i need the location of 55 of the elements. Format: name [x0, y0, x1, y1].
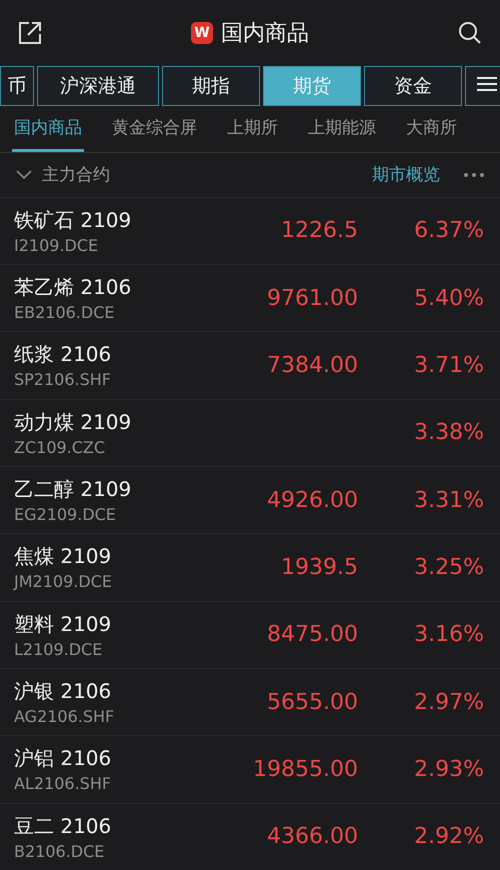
- price: 1939.5: [281, 554, 358, 580]
- change-percent: 2.93%: [414, 756, 484, 782]
- change-percent: 5.40%: [414, 286, 484, 311]
- change-percent: 2.97%: [414, 690, 484, 715]
- contract-code: EB2106.DCE: [14, 303, 116, 322]
- contract-name: 动力煤 2109: [14, 408, 132, 436]
- contract-code: L2109.DCE: [14, 640, 104, 659]
- contract-code: AL2106.SHF: [14, 774, 112, 794]
- section-title: 主力合约: [42, 164, 111, 186]
- chevron-icon[interactable]: [16, 170, 32, 180]
- price: 9761.00: [267, 286, 358, 311]
- market-tab[interactable]: 资金: [364, 66, 462, 106]
- change-percent: 3.71%: [414, 352, 484, 378]
- price: 7384.00: [267, 352, 358, 378]
- contract-code: SP2106.SHF: [14, 370, 112, 390]
- contract-name: 豆二 2106: [14, 812, 112, 840]
- overview-link[interactable]: 期市概览: [372, 163, 440, 186]
- price: 4366.00: [267, 824, 358, 850]
- contract-name: 铁矿石 2109: [14, 206, 132, 234]
- more-icon[interactable]: [464, 172, 484, 177]
- price: 4926.00: [267, 488, 358, 513]
- exchange-tab[interactable]: 上期能源: [306, 106, 378, 152]
- change-percent: 2.92%: [414, 824, 484, 850]
- price: 5655.00: [267, 690, 358, 715]
- market-tab[interactable]: 币: [0, 66, 34, 106]
- app-logo: W: [191, 22, 213, 44]
- contract-name: 纸浆 2106: [14, 341, 112, 368]
- contract-code: JM2109.DCE: [14, 572, 113, 592]
- exchange-tab[interactable]: 黄金综合屏: [110, 106, 199, 152]
- exchange-tab[interactable]: 大商所: [404, 106, 459, 152]
- exchange-tab[interactable]: 国内商品: [12, 106, 84, 152]
- contract-code: I2109.DCE: [14, 236, 100, 255]
- contract-name: 塑料 2109: [14, 610, 112, 638]
- contract-code: B2106.DCE: [14, 842, 106, 861]
- menu-icon[interactable]: [465, 66, 500, 106]
- market-tab[interactable]: 沪深港通: [37, 66, 159, 106]
- change-percent: 3.31%: [414, 488, 484, 513]
- change-percent: 3.38%: [414, 420, 484, 446]
- contract-code: AG2106.SHF: [14, 707, 116, 726]
- change-percent: 3.25%: [414, 554, 484, 580]
- price: 8475.00: [267, 622, 358, 648]
- page-title: 国内商品: [221, 20, 309, 48]
- change-percent: 3.16%: [414, 622, 484, 648]
- change-percent: 6.37%: [414, 218, 484, 244]
- market-tab[interactable]: 期指: [162, 66, 260, 106]
- price: 1226.5: [281, 218, 358, 244]
- contract-name: 乙二醇 2109: [14, 476, 132, 504]
- contract-name: 沪铝 2106: [14, 745, 112, 772]
- contract-name: 沪银 2106: [14, 678, 112, 706]
- exchange-tab[interactable]: 上期所: [225, 106, 280, 152]
- contract-name: 苯乙烯 2106: [14, 274, 132, 302]
- price: 19855.00: [253, 756, 358, 782]
- contract-code: EG2109.DCE: [14, 505, 117, 524]
- contract-name: 焦煤 2109: [14, 543, 112, 570]
- contract-code: ZC109.CZC: [14, 438, 106, 457]
